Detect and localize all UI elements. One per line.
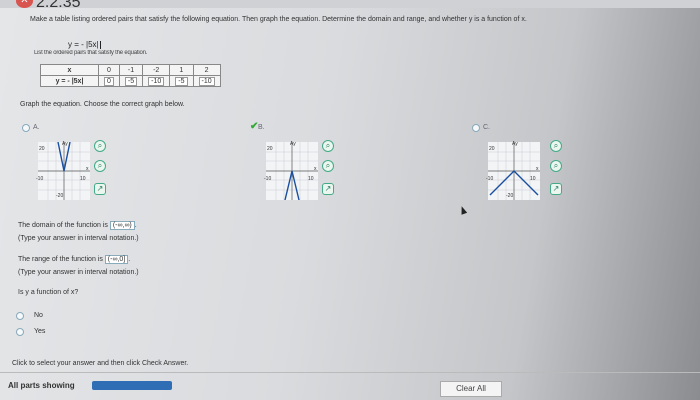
table-caption-partial: List the ordered pairs that satisfy the …	[34, 50, 148, 56]
graph-a-xtick-left: -10	[36, 176, 44, 182]
range-hint: (Type your answer in interval notation.)	[18, 269, 139, 276]
table-answer-cell[interactable]: -5	[118, 75, 144, 87]
zoom-in-icon[interactable]: ⌕	[550, 140, 562, 152]
all-parts-label: All parts showing	[8, 381, 75, 390]
option-b-label: B.	[258, 124, 265, 131]
problem-number: 2.2.35	[36, 0, 81, 11]
function-question: Is y a function of x?	[18, 289, 79, 296]
instructions: Make a table listing ordered pairs that …	[30, 16, 527, 23]
table-answer-cell[interactable]: -5	[169, 75, 194, 87]
table-answer-cell[interactable]: 0	[98, 75, 120, 87]
graph-c-xtick-left: -10	[486, 176, 494, 182]
graph-c-yaxis-label: Ay	[512, 141, 518, 147]
range-line: The range of the function is (-∞,0].	[18, 255, 131, 264]
zoom-out-icon[interactable]: ⌕	[322, 160, 334, 172]
option-c-radio[interactable]	[472, 124, 480, 132]
choice-yes-label: Yes	[34, 328, 46, 335]
choice-no-label: No	[34, 312, 43, 319]
graph-b-xaxis-label: x	[314, 166, 317, 172]
option-a-label: A.	[33, 124, 40, 131]
graph-a-ytick: 20	[39, 146, 45, 152]
graph-a-ybottom: -20	[56, 193, 64, 199]
graph-c-ytick: 20	[489, 146, 495, 152]
equation: y = - |5x|	[68, 40, 101, 49]
zoom-in-icon[interactable]: ⌕	[94, 140, 106, 152]
table-answer-cell[interactable]: -10	[142, 75, 171, 87]
graph-b-xtick-left: -10	[264, 176, 272, 182]
graph-c	[488, 142, 540, 200]
domain-answer-input[interactable]: (-∞,∞)	[109, 221, 135, 230]
domain-line: The domain of the function is (-∞,∞).	[18, 221, 137, 230]
graph-b	[266, 142, 318, 200]
table-cell: 0	[98, 64, 120, 76]
choice-no-radio[interactable]	[16, 312, 24, 320]
zoom-out-icon[interactable]: ⌕	[94, 160, 106, 172]
graph-a-xaxis-label: x	[86, 166, 89, 172]
open-graph-icon[interactable]: ↗	[550, 183, 562, 195]
graph-a-yaxis-label: Ay	[62, 141, 68, 147]
table-cell: 2	[192, 64, 221, 76]
option-a-radio[interactable]	[22, 124, 30, 132]
open-graph-icon[interactable]: ↗	[94, 183, 106, 195]
footer-divider	[0, 372, 700, 373]
domain-hint: (Type your answer in interval notation.)	[18, 235, 139, 242]
graph-a	[38, 142, 90, 200]
graph-c-xaxis-label: x	[536, 166, 539, 172]
table-cell: -1	[118, 64, 144, 76]
zoom-out-icon[interactable]: ⌕	[550, 160, 562, 172]
choice-yes-radio[interactable]	[16, 328, 24, 336]
open-graph-icon[interactable]: ↗	[322, 183, 334, 195]
mouse-cursor-icon	[458, 205, 468, 215]
table-header-y: y = - |5x|	[40, 75, 99, 87]
zoom-in-icon[interactable]: ⌕	[322, 140, 334, 152]
table-cell: 1	[169, 64, 194, 76]
footer-hint: Click to select your answer and then cli…	[12, 360, 189, 367]
graph-b-xtick-right: 10	[308, 176, 314, 182]
graph-b-ytick: 20	[267, 146, 273, 152]
graph-b-yaxis-label: Ay	[290, 141, 296, 147]
range-answer-input[interactable]: (-∞,0]	[104, 255, 129, 264]
table-header-x: x	[40, 64, 99, 76]
graph-prompt: Graph the equation. Choose the correct g…	[20, 101, 185, 108]
table-answer-cell[interactable]: -10	[192, 75, 221, 87]
option-c-label: C.	[483, 124, 490, 131]
ordered-pairs-table: x 0 -1 -2 1 2 y = - |5x| 0 -5 -10 -5 -10	[40, 64, 221, 87]
graph-c-ybottom: -20	[506, 193, 514, 199]
progress-bar	[92, 381, 172, 390]
top-bar	[0, 0, 700, 8]
graph-c-xtick-right: 10	[530, 176, 536, 182]
clear-all-button[interactable]: Clear All	[440, 381, 502, 397]
graph-a-xtick-right: 10	[80, 176, 86, 182]
table-cell: -2	[142, 64, 171, 76]
